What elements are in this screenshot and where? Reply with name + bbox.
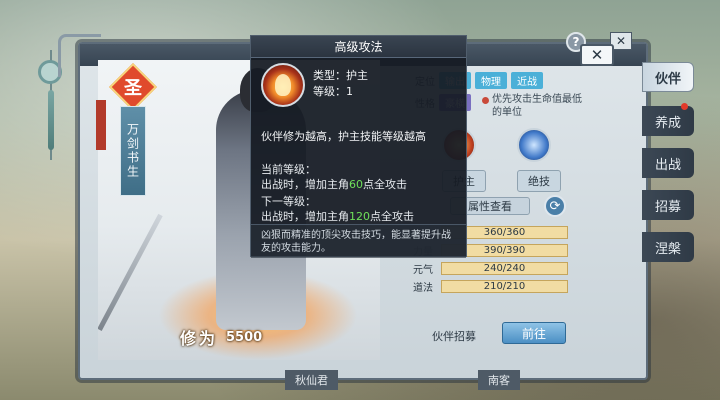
bottom-partner-tab[interactable]: 秋仙君 <box>285 370 338 390</box>
ultimate-skill-icon[interactable] <box>517 128 551 162</box>
skill-description: 伙伴修为越高，护主技能等级越高 <box>261 130 426 143</box>
tag-melee: 近战 <box>511 72 543 89</box>
priority-text: 优先攻击生命值最低的单位 <box>492 94 582 118</box>
next-level-block: 下一等级： 出战时，增加主角120点全攻击 <box>261 194 414 224</box>
refresh-icon[interactable]: ⟳ <box>544 195 566 217</box>
current-level-effect: 出战时，增加主角60点全攻击 <box>261 178 407 191</box>
recruit-label: 伙伴招募 <box>432 330 476 343</box>
stat-value: 210/210 <box>441 279 568 293</box>
skill-type: 类型：护主 <box>313 69 368 82</box>
nav-deploy[interactable]: 出战 <box>642 148 694 178</box>
stat-name: 道法 <box>413 282 433 294</box>
nav-cultivate-label: 养成 <box>654 115 681 131</box>
side-tag <box>96 100 106 150</box>
sword-icon <box>98 213 163 331</box>
close-button[interactable]: ✕ <box>580 44 614 66</box>
priority-dot-icon <box>482 97 489 104</box>
stat-row: 元气 240/240 <box>413 260 568 276</box>
tag-physical: 物理 <box>475 72 507 89</box>
next-level-effect: 出战时，增加主角120点全攻击 <box>261 210 414 223</box>
bottom-partner-tab[interactable]: 南客 <box>478 370 520 390</box>
stat-value: 240/240 <box>441 261 568 275</box>
tassel-icon <box>48 90 54 150</box>
tooltip-meta: 类型：护主 等级：1 <box>313 68 368 100</box>
skill-ult-label[interactable]: 绝技 <box>517 170 561 192</box>
current-level-header: 当前等级： <box>261 163 316 176</box>
cultivation-label: 修为 <box>180 329 219 348</box>
goto-button[interactable]: 前往 <box>502 322 566 344</box>
next-level-header: 下一等级： <box>261 195 316 208</box>
cultivation-display: 修为 5500 <box>180 326 262 348</box>
tooltip-title: 高级攻法 <box>251 36 466 58</box>
skill-tooltip: 高级攻法 类型：护主 等级：1 伙伴修为越高，护主技能等级越高 当前等级： 出战… <box>250 35 467 258</box>
character-title-banner: 万剑书生 <box>120 106 146 196</box>
fire-skill-icon <box>261 63 305 107</box>
skill-flavor-text: 凶狠而精准的顶尖攻击技巧，能显著提升战友的攻击能力。 <box>251 224 466 258</box>
stat-row: 道法 210/210 <box>413 278 568 294</box>
skill-level: 等级：1 <box>313 85 353 98</box>
nav-recruit[interactable]: 招募 <box>642 190 694 220</box>
cultivation-value: 5500 <box>226 329 263 345</box>
notification-dot-icon <box>681 103 688 110</box>
nav-nirvana[interactable]: 涅槃 <box>642 232 694 262</box>
nav-partner[interactable]: 伙伴 <box>642 62 694 92</box>
current-level-block: 当前等级： 出战时，增加主角60点全攻击 <box>261 162 407 192</box>
stat-name: 元气 <box>413 264 433 276</box>
nav-cultivate[interactable]: 养成 <box>642 103 694 136</box>
